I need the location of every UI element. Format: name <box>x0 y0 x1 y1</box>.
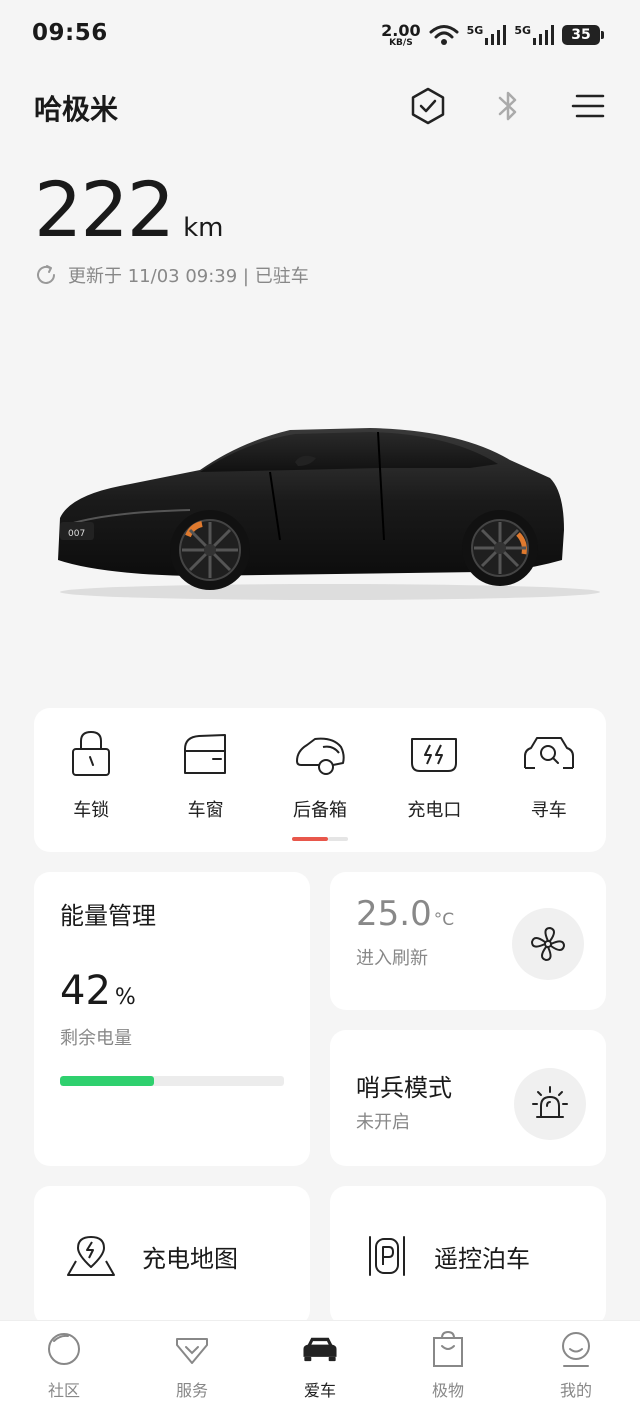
battery-progress-bar <box>60 1076 284 1086</box>
shield-check-icon[interactable] <box>406 84 450 128</box>
network-speed: 2.00 KB/S <box>381 20 421 48</box>
remote-parking-icon <box>369 1236 405 1276</box>
energy-title: 能量管理 <box>60 902 156 930</box>
refresh-icon[interactable] <box>34 263 58 287</box>
battery-icon: 35 <box>562 25 604 45</box>
community-icon <box>44 1329 84 1369</box>
menu-icon[interactable] <box>566 84 610 128</box>
range-unit: km <box>183 213 224 243</box>
signal-2-label: 5G <box>514 24 531 37</box>
cabin-temperature: 25.0 °C <box>356 894 454 934</box>
quick-action-label: 寻车 <box>530 800 567 821</box>
network-speed-unit: KB/S <box>389 37 413 48</box>
signal-bars-icon <box>485 25 507 45</box>
battery-progress-fill <box>60 1076 155 1086</box>
shop-bag-icon <box>428 1329 468 1369</box>
car-image[interactable]: 007 <box>40 400 600 610</box>
carousel-indicator <box>292 837 348 841</box>
status-bar: 09:56 2.00 KB/S 5G 5G 35 <box>0 0 640 70</box>
tab-car[interactable]: 爱车 <box>265 1321 375 1408</box>
signal-bars-icon <box>533 25 554 45</box>
quick-action-find-car[interactable]: 寻车 <box>499 728 599 852</box>
tile-label: 遥控泊车 <box>434 1244 530 1273</box>
app-header: 哈极米 <box>0 80 640 136</box>
wifi-icon <box>429 25 459 45</box>
quick-action-label: 充电口 <box>407 800 462 821</box>
trunk-icon <box>290 728 350 780</box>
tab-profile[interactable]: 我的 <box>521 1321 631 1408</box>
sentry-sub: 未开启 <box>356 1112 410 1133</box>
find-car-icon <box>519 728 579 780</box>
car-icon <box>300 1329 340 1369</box>
tab-label: 我的 <box>559 1381 592 1400</box>
tab-shop[interactable]: 极物 <box>393 1321 503 1408</box>
tab-label: 社区 <box>47 1381 80 1400</box>
tab-label: 爱车 <box>303 1381 336 1400</box>
battery-percent-value: 42 <box>60 968 111 1014</box>
climate-sub: 进入刷新 <box>356 948 428 969</box>
signal-1-label: 5G <box>466 24 484 37</box>
update-text: 更新于 11/03 09:39 | 已驻车 <box>68 266 309 287</box>
bottom-tab-bar: 社区 服务 爱车 极物 我的 <box>0 1320 640 1408</box>
signal-2: 5G <box>514 24 554 46</box>
fan-button[interactable] <box>512 908 584 980</box>
quick-action-label: 后备箱 <box>292 800 347 821</box>
battery-percent: 42 % <box>60 968 136 1014</box>
tab-label: 极物 <box>431 1381 464 1400</box>
page-title: 哈极米 <box>34 93 119 126</box>
quick-action-charge-port[interactable]: 充电口 <box>384 728 484 852</box>
quick-action-window[interactable]: 车窗 <box>156 728 256 852</box>
energy-sub: 剩余电量 <box>60 1028 132 1049</box>
service-icon <box>172 1329 212 1369</box>
bluetooth-icon[interactable] <box>486 84 530 128</box>
signal-1: 5G <box>467 24 507 46</box>
charge-map-icon <box>67 1236 115 1276</box>
temperature-unit: °C <box>433 910 455 930</box>
charge-map-tile[interactable]: 充电地图 <box>34 1186 310 1326</box>
quick-action-label: 车锁 <box>73 800 110 821</box>
tab-service[interactable]: 服务 <box>137 1321 247 1408</box>
temperature-value: 25.0 <box>356 894 432 934</box>
quick-action-label: 车窗 <box>187 800 224 821</box>
quick-actions-card: 车锁 车窗 后备箱 充电口 寻车 <box>34 708 606 852</box>
range-value: 222 <box>34 165 175 254</box>
plate-badge: 007 <box>68 529 85 539</box>
battery-percent-unit: % <box>114 985 136 1010</box>
sentry-button[interactable] <box>514 1068 586 1140</box>
sentry-title: 哨兵模式 <box>356 1074 452 1102</box>
quick-action-lock[interactable]: 车锁 <box>41 728 141 852</box>
battery-level: 35 <box>571 27 591 43</box>
climate-card[interactable]: 25.0 °C 进入刷新 <box>330 872 606 1010</box>
status-indicators: 2.00 KB/S 5G 5G 35 <box>381 20 604 50</box>
quick-action-trunk[interactable]: 后备箱 <box>270 728 370 852</box>
tab-label: 服务 <box>175 1381 208 1400</box>
tile-label: 充电地图 <box>142 1244 238 1273</box>
siren-icon <box>532 1086 568 1118</box>
network-speed-value: 2.00 <box>381 20 421 40</box>
lock-icon <box>61 728 121 780</box>
remote-parking-tile[interactable]: 遥控泊车 <box>330 1186 606 1326</box>
fan-icon <box>531 927 565 961</box>
charge-port-icon <box>404 728 464 780</box>
range-display: 222 km <box>34 172 223 248</box>
status-time: 09:56 <box>32 20 108 46</box>
sentry-mode-card[interactable]: 哨兵模式 未开启 <box>330 1030 606 1166</box>
energy-management-card[interactable]: 能量管理 42 % 剩余电量 <box>34 872 310 1166</box>
window-icon <box>176 728 236 780</box>
profile-icon <box>556 1329 596 1369</box>
tab-community[interactable]: 社区 <box>9 1321 119 1408</box>
update-status[interactable]: 更新于 11/03 09:39 | 已驻车 <box>34 262 309 288</box>
